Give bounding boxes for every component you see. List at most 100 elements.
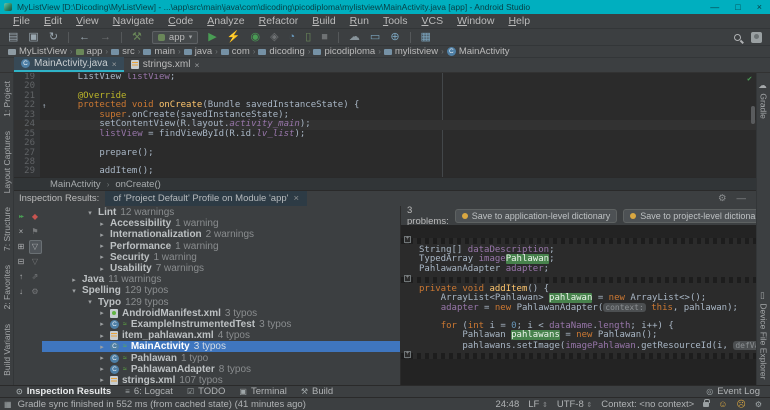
coverage-icon[interactable]: ◈ (270, 30, 278, 45)
tool-button-favorites[interactable]: 2: Favorites (2, 265, 12, 309)
close-icon[interactable]: × (112, 59, 117, 69)
tool-button-device-file-explorer[interactable]: ▯ Device File Explorer (759, 291, 769, 379)
tool-button-build-variants[interactable]: Build Variants (2, 324, 12, 376)
tool-window-switcher-icon[interactable]: ▦ (4, 400, 12, 409)
menu-navigate[interactable]: Navigate (106, 14, 161, 29)
tree-row-internationalization[interactable]: ▸ Internationalization 2 warnings (42, 229, 400, 240)
menu-refactor[interactable]: Refactor (252, 14, 306, 29)
sad-face-icon[interactable]: ☹ (736, 399, 745, 410)
forward-icon[interactable]: → (100, 30, 111, 45)
edit-filter-icon[interactable]: ▽ (29, 255, 42, 269)
tree-row-typo[interactable]: ▾ Typo 129 typos (42, 297, 400, 308)
minimize-icon[interactable]: — (710, 0, 719, 14)
context-indicator[interactable]: Context: <no context> (601, 399, 694, 410)
device-manager-icon[interactable]: ▭ (370, 30, 380, 45)
breadcrumb-item-app[interactable]: app (75, 46, 102, 57)
close-icon[interactable]: × (757, 0, 762, 14)
write-access-lock-icon[interactable] (703, 398, 711, 407)
maximize-icon[interactable]: □ (735, 0, 740, 14)
run-icon[interactable]: ▶ (208, 30, 216, 45)
tool-button-inspection-results[interactable]: ⊙ Inspection Results (16, 386, 111, 397)
debug-icon[interactable]: ◉ (250, 30, 260, 45)
override-marker-icon[interactable]: ↑ (42, 102, 46, 110)
tree-row-strings-xml[interactable]: ▸ strings.xml 107 typos (42, 375, 400, 385)
breadcrumb-item-java[interactable]: java (183, 46, 212, 57)
expand-fold-icon[interactable]: + (404, 236, 411, 243)
expand-fold-icon[interactable]: + (404, 350, 411, 358)
sync-icon[interactable]: ↻ (49, 30, 58, 45)
tree-row-spelling[interactable]: ▾ Spelling 129 typos (42, 285, 400, 296)
gradle-sync-icon[interactable]: ☁ (349, 30, 360, 45)
menu-run[interactable]: Run (343, 14, 376, 29)
tool-button-todo[interactable]: ☑ TODO (187, 386, 225, 397)
breadcrumb-class[interactable]: MainActivity (50, 179, 101, 190)
expand-all-icon[interactable]: ⊞ (15, 240, 28, 254)
tree-row-pahlawan[interactable]: ▸ C ≈ Pahlawan 1 typo (42, 352, 400, 364)
menu-edit[interactable]: Edit (37, 14, 69, 29)
tree-row-exampleinstrumentedtest[interactable]: ▸ C ≈ ExampleInstrumentedTest 3 typos (42, 319, 400, 330)
line-separator-select[interactable]: LF ⇕ (528, 399, 548, 410)
expand-fold-icon[interactable]: + (404, 274, 411, 282)
tool-button-structure[interactable]: 7: Structure (2, 207, 12, 251)
tree-row-java[interactable]: ▸ Java 11 warnings (42, 274, 400, 285)
project-structure-icon[interactable]: ▦ (421, 30, 431, 45)
open-icon[interactable]: ▤ (8, 30, 18, 45)
previous-problem-icon[interactable]: ↑ (15, 270, 28, 284)
hide-panel-icon[interactable]: — (737, 193, 747, 204)
tree-row-item-pahlawan[interactable]: ▸ item_pahlawan.xml 4 typos (42, 330, 400, 341)
breadcrumb-method[interactable]: onCreate() (115, 179, 160, 190)
tree-row-performance[interactable]: ▸ Performance 1 warning (42, 241, 400, 252)
save-to-project-dictionary-button[interactable]: Save to project-level dictionary (623, 208, 756, 223)
tree-row-security[interactable]: ▸ Security 1 warning (42, 252, 400, 263)
breadcrumb-item-picodiploma[interactable]: picodiploma (313, 46, 375, 57)
menu-code[interactable]: Code (161, 14, 200, 29)
next-problem-icon[interactable]: ↓ (15, 285, 28, 299)
filter-resolved-icon[interactable]: ▽ (28, 240, 42, 254)
sdk-manager-icon[interactable]: ⊕ (390, 30, 399, 45)
inspection-result-tab[interactable]: of 'Project Default' Profile on Module '… (105, 190, 308, 207)
flag-profile-icon[interactable]: ⚑ (29, 225, 42, 239)
apply-changes-icon[interactable]: ⚡ (227, 30, 241, 45)
search-icon[interactable] (734, 33, 741, 41)
save-to-application-dictionary-button[interactable]: Save to application-level dictionary (454, 208, 618, 223)
close-icon[interactable]: × (293, 193, 299, 204)
breadcrumb-item-main[interactable]: main (143, 46, 175, 57)
caret-position[interactable]: 24:48 (495, 399, 519, 410)
inspection-status-ok-icon[interactable]: ✔ (747, 74, 752, 83)
tab-strings-xml[interactable]: strings.xml × (124, 57, 207, 72)
avd-phone-icon[interactable]: ▯ (305, 30, 311, 45)
avatar[interactable] (751, 31, 762, 43)
export-icon[interactable]: ⇗ (29, 270, 42, 284)
tree-row-pahlawanadapter[interactable]: ▸ C ≈ PahlawanAdapter 8 typos (42, 364, 400, 375)
encoding-select[interactable]: UTF-8 ⇕ (557, 399, 592, 410)
rerun-inspection-icon[interactable]: ▸▸ (15, 210, 28, 224)
tree-row-accessibility[interactable]: ▸ Accessibility 1 warning (42, 218, 400, 229)
inspection-window-title[interactable]: Inspection Results: (19, 193, 99, 204)
tree-row-androidmanifest[interactable]: ▸ AndroidManifest.xml 3 typos (42, 308, 400, 319)
tool-button-layout-captures[interactable]: Layout Captures (2, 131, 12, 193)
tool-button-event-log[interactable]: Event Log (717, 386, 760, 397)
breadcrumb-item-src[interactable]: src (111, 46, 135, 57)
breadcrumb-item-mainactivity[interactable]: C MainActivity (446, 46, 510, 57)
editor-scrollbar[interactable] (751, 106, 755, 124)
gear-icon[interactable]: ⚙ (755, 400, 762, 409)
tree-row-usability[interactable]: ▸ Usability 7 warnings (42, 263, 400, 274)
build-hammer-icon[interactable]: ⚒ (132, 30, 142, 45)
tool-button-terminal[interactable]: ▣ Terminal (239, 386, 286, 397)
stop-icon[interactable]: ■ (321, 30, 328, 45)
save-icon[interactable]: ▣ (28, 30, 38, 45)
gear-icon[interactable]: ⚙ (718, 193, 727, 204)
close-icon[interactable]: × (15, 225, 28, 239)
menu-help[interactable]: Help (501, 14, 537, 29)
tool-button-build[interactable]: ⚒ Build (301, 386, 333, 397)
tool-button-logcat[interactable]: ≡ 6: Logcat (125, 386, 173, 397)
tree-row-mainactivity[interactable]: ▸ C ≈ MainActivity 3 typos (42, 341, 400, 353)
menu-tools[interactable]: Tools (376, 14, 415, 29)
happy-face-icon[interactable]: ☺ (718, 399, 727, 409)
breadcrumb-item-mylistview[interactable]: MyListView (8, 46, 67, 57)
menu-file[interactable]: File (6, 14, 37, 29)
tab-mainactivity-java[interactable]: C MainActivity.java × (14, 57, 124, 72)
breadcrumb-item-com[interactable]: com (220, 46, 250, 57)
collapse-all-icon[interactable]: ⊟ (15, 255, 28, 269)
menu-build[interactable]: Build (305, 14, 342, 29)
